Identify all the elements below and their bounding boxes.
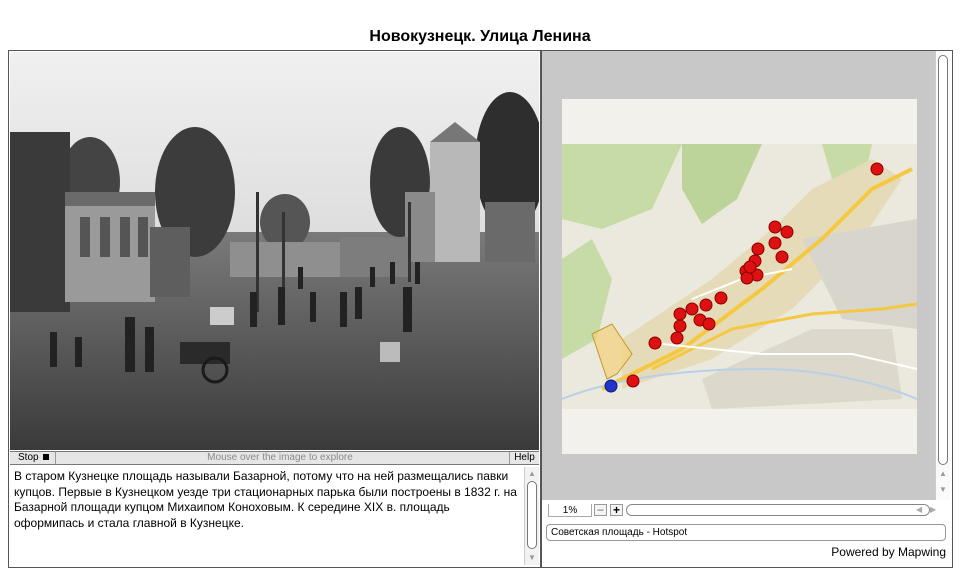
zoom-toolbar: 1% − + ◀ ▶ bbox=[542, 502, 952, 518]
powered-by-label[interactable]: Powered by Mapwing bbox=[831, 545, 946, 559]
map-scroll-thumb[interactable] bbox=[938, 55, 948, 465]
map-panel: ▲ ▼ 1% − + ◀ ▶ Советская площадь - Hotsp… bbox=[541, 50, 953, 568]
map-vertical-scrollbar[interactable]: ▲ ▼ bbox=[935, 51, 950, 500]
zoom-level: 1% bbox=[548, 504, 592, 517]
photo-panel: Stop Mouse over the image to explore Hel… bbox=[8, 50, 541, 568]
scroll-left-icon[interactable]: ◀ bbox=[916, 504, 922, 516]
map-horizontal-scrollbar[interactable] bbox=[626, 504, 930, 516]
map-image[interactable] bbox=[561, 99, 918, 454]
scroll-right-icon[interactable]: ▶ bbox=[930, 504, 936, 516]
photo-description: В старом Кузнецке площадь называли Базар… bbox=[14, 469, 517, 530]
map-viewer[interactable] bbox=[542, 51, 935, 500]
current-location-marker[interactable] bbox=[604, 379, 618, 393]
stop-icon bbox=[42, 454, 49, 460]
zoom-out-button[interactable]: − bbox=[594, 504, 607, 516]
map-scroll-up-icon[interactable]: ▲ bbox=[936, 467, 950, 481]
stop-button[interactable]: Stop bbox=[10, 452, 56, 464]
help-button[interactable]: Help bbox=[509, 452, 539, 464]
zoom-in-button[interactable]: + bbox=[610, 504, 623, 516]
scroll-thumb[interactable] bbox=[527, 481, 537, 549]
historic-photo[interactable] bbox=[10, 52, 539, 450]
scroll-down-icon[interactable]: ▼ bbox=[525, 551, 539, 565]
page-title: Новокузнецк. Улица Ленина bbox=[369, 28, 591, 45]
scroll-up-icon[interactable]: ▲ bbox=[525, 467, 539, 481]
stop-label: Stop bbox=[18, 452, 39, 463]
hotspot-status: Советская площадь - Hotspot bbox=[546, 524, 946, 541]
map-scroll-down-icon[interactable]: ▼ bbox=[936, 483, 950, 497]
photo-toolbar: Stop Mouse over the image to explore Hel… bbox=[10, 451, 539, 465]
explore-hint: Mouse over the image to explore bbox=[207, 452, 353, 463]
description-scrollbar[interactable]: ▲ ▼ bbox=[524, 467, 539, 565]
